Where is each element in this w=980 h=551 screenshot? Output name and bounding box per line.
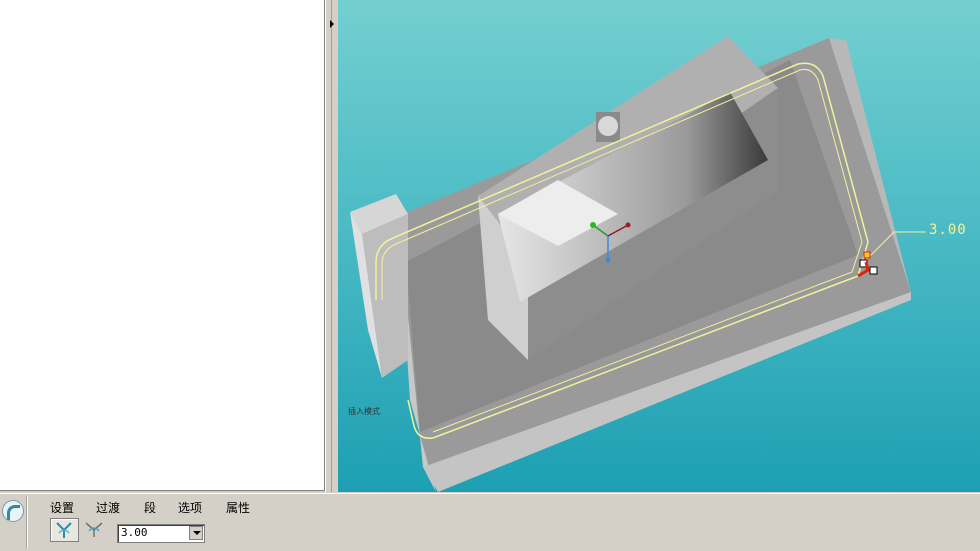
notch-hole [598, 116, 618, 136]
handle-marker [863, 251, 871, 259]
chevron-down-icon[interactable] [189, 526, 203, 540]
dashboard-separator [26, 496, 28, 548]
transition-mode-button[interactable] [82, 518, 106, 540]
panel-splitter[interactable] [325, 0, 339, 492]
tab-segments[interactable]: 段 [144, 499, 156, 516]
graphics-viewport[interactable]: 3.00 插入模式 [338, 0, 980, 492]
round-set-icon [56, 522, 72, 538]
radius-dropdown[interactable]: 3.00 [117, 524, 205, 543]
collapse-arrow-icon[interactable] [330, 20, 334, 28]
tab-transitions[interactable]: 过渡 [96, 499, 120, 516]
feature-dashboard: 设置 过渡 段 选项 属性 3.00 [0, 493, 980, 551]
splitter-grip[interactable] [328, 0, 332, 492]
dimension-value[interactable]: 3.00 [929, 222, 967, 238]
triad-z-point [605, 257, 611, 263]
triad-y-point [590, 222, 596, 228]
tab-settings[interactable]: 设置 [50, 499, 74, 516]
tab-properties[interactable]: 属性 [226, 499, 250, 516]
radius-value[interactable]: 3.00 [121, 526, 148, 539]
model-graphic[interactable] [338, 0, 980, 492]
model-tree-panel[interactable] [0, 0, 325, 491]
drag-handle-2[interactable] [869, 266, 878, 275]
triad-x-point [625, 222, 631, 228]
set-mode-button[interactable] [50, 518, 79, 542]
round-feature-icon [2, 500, 24, 522]
tab-options[interactable]: 选项 [178, 499, 202, 516]
round-transition-icon [85, 522, 103, 537]
insert-mode-label: 插入模式 [348, 407, 380, 416]
